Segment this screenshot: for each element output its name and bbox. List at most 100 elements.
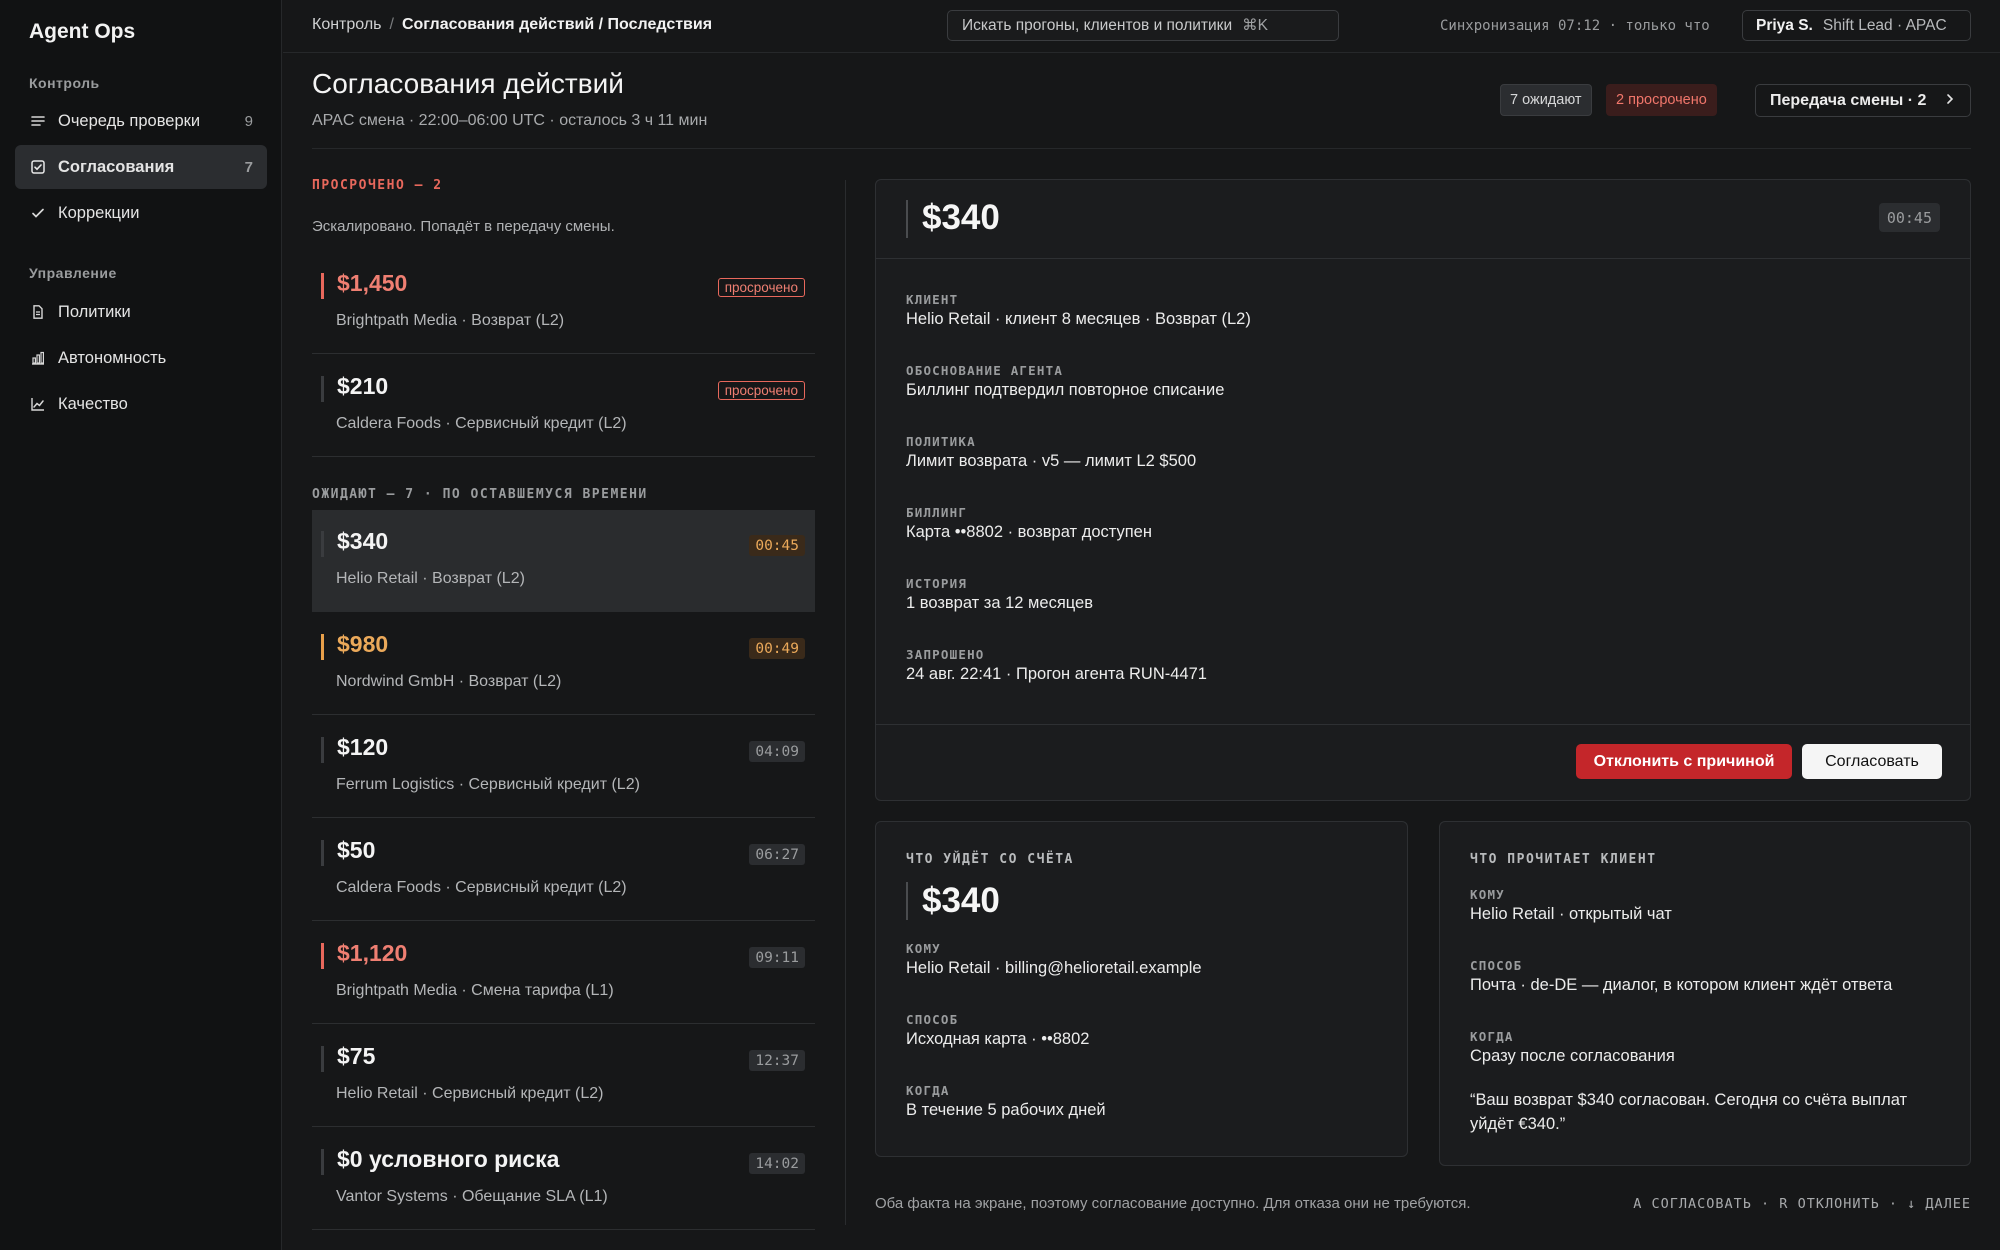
urgency-bar [321, 943, 324, 969]
queue-item-meta: Ferrum Logistics · Сервисный кредит (L2) [336, 776, 640, 793]
field-label: БИЛЛИНГ [906, 505, 968, 520]
sidebar-item-label: Качество [58, 394, 128, 413]
queue-item-meta: Nordwind GmbH · Возврат (L2) [336, 673, 562, 690]
approve-button[interactable]: Согласовать [1802, 744, 1942, 779]
overdue-tag: просрочено [717, 381, 805, 400]
sidebar-item-autonomy[interactable]: Автономность [15, 336, 267, 380]
field-label: КОГДА [1470, 1029, 1514, 1044]
urgency-bar [321, 634, 324, 660]
queue-item-amount: $1,120 [337, 940, 408, 966]
customer-card-title: ЧТО ПРОЧИТАЕТ КЛИЕНТ [1470, 852, 1657, 867]
money-card-amount: $340 [922, 881, 1000, 920]
queue-item[interactable]: $1,450 просрочено Brightpath Media · Воз… [312, 252, 815, 354]
search-input[interactable]: Искать прогоны, клиентов и политики ⌘K [947, 10, 1339, 41]
queue-item-amount: $50 [337, 837, 376, 863]
search-placeholder: Искать прогоны, клиентов и политики [962, 16, 1233, 34]
queue-item-timer: 14:02 [749, 1153, 805, 1174]
queue-item[interactable]: $0 условного риска 14:02 Vantor Systems · … [312, 1128, 815, 1230]
urgency-bar [321, 1046, 324, 1072]
nav-section-management: Управление [29, 265, 117, 281]
sidebar-item-label: Согласования [58, 157, 175, 176]
queue-item[interactable]: $75 12:37 Helio Retail · Сервисный кредит … [312, 1025, 815, 1127]
field-label: ЗАПРОШЕНО [906, 647, 985, 662]
sidebar-item-quality[interactable]: Качество [15, 382, 267, 426]
queue-item[interactable]: $50 06:27 Caldera Foods · Сервисный кредит… [312, 819, 815, 921]
detail-amount: $340 [922, 198, 1000, 237]
queue-item-meta: Caldera Foods · Сервисный кредит (L2) [336, 415, 627, 432]
checkbox-icon [30, 159, 46, 175]
field-label: СПОСОБ [906, 1012, 959, 1027]
sidebar-item-corrections[interactable]: Коррекции [15, 191, 267, 235]
urgency-bar [321, 376, 324, 402]
sidebar-item-label: Коррекции [58, 203, 140, 222]
sidebar-item-review-queue[interactable]: Очередь проверки 9 [15, 99, 267, 143]
breadcrumb-root[interactable]: Контроль [312, 16, 382, 33]
breadcrumb-separator: / [389, 16, 394, 33]
queue-item[interactable]: $1,120 09:11 Brightpath Media · Смена тари… [312, 922, 815, 1024]
sidebar-item-label: Политики [58, 302, 131, 321]
overdue-section-label: ПРОСРОЧЕНО — 2 [312, 178, 443, 193]
sidebar-item-label: Очередь проверки [58, 111, 201, 130]
chevron-right-icon [1944, 92, 1956, 110]
bar-chart-icon [30, 350, 46, 366]
queue-item-timer: 12:37 [749, 1050, 805, 1071]
queue-item-timer: 04:09 [749, 741, 805, 762]
user-role: Shift Lead · APAC [1822, 16, 1947, 34]
sidebar-item-label: Автономность [58, 348, 167, 367]
customer-message-card: ЧТО ПРОЧИТАЕТ КЛИЕНТ КОМУ Helio Retail · … [1439, 821, 1971, 1166]
queue-item-amount: $340 [337, 528, 389, 554]
escalation-note: Эскалировано. Попадёт в передачу смены. [312, 218, 615, 235]
field-value: Helio Retail · открытый чат [1470, 905, 1672, 923]
queue-item-amount: $0 условного риска [337, 1146, 560, 1172]
queue-item[interactable]: $120 04:09 Ferrum Logistics · Сервисный кр… [312, 716, 815, 818]
queue-item-meta: Brightpath Media · Возврат (L2) [336, 312, 565, 329]
field-value: Сразу после согласования [1470, 1047, 1675, 1065]
queue-item-amount: $75 [337, 1043, 376, 1069]
sidebar-item-policies[interactable]: Политики [15, 290, 267, 334]
urgency-bar [321, 273, 324, 299]
queue-item-amount: $210 [337, 373, 389, 399]
field-label: КОМУ [906, 941, 941, 956]
queue-item[interactable]: $210 просрочено Caldera Foods · Сервисны… [312, 355, 815, 457]
urgency-bar [321, 737, 324, 763]
detail-header: $340 00:45 [876, 180, 1970, 259]
app-brand: Agent Ops [29, 20, 136, 43]
field-label: ИСТОРИЯ [906, 576, 968, 591]
column-divider [845, 180, 846, 1225]
amount-bar [906, 882, 908, 920]
breadcrumb-current: Согласования действий / Последствия [401, 16, 713, 33]
sidebar-item-approvals[interactable]: Согласования 7 [15, 145, 267, 189]
field-label: ПОЛИТИКА [906, 434, 976, 449]
queue-item-amount: $120 [337, 734, 389, 760]
field-value: Карта ••8802 · возврат доступен [906, 523, 1152, 541]
user-menu[interactable]: Priya S. Shift Lead · APAC [1742, 10, 1971, 41]
field-value: Helio Retail · клиент 8 месяцев · Возвра… [906, 310, 1251, 328]
user-name: Priya S. [1756, 16, 1813, 34]
queue-item[interactable]: $340 00:45 Helio Retail · Возврат (L2) [312, 510, 815, 612]
reject-button[interactable]: Отклонить с причиной [1576, 744, 1792, 779]
sync-status: Синхронизация 07:12 · только что [1440, 18, 1710, 34]
line-chart-icon [30, 396, 46, 412]
field-value: 1 возврат за 12 месяцев [906, 594, 1093, 612]
urgency-bar [321, 1149, 324, 1175]
field-value: Биллинг подтвердил повторное списание [906, 381, 1225, 399]
field-label: СПОСОБ [1470, 958, 1523, 973]
field-label: КОГДА [906, 1083, 950, 1098]
check-icon [30, 205, 46, 221]
page-subtitle: APAC смена · 22:00–06:00 UTC · осталось … [312, 112, 708, 129]
urgency-bar [321, 531, 324, 557]
customer-message-quote: “Ваш возврат $340 согласован. Сегодня со… [1470, 1091, 1908, 1133]
topbar: Контроль / Согласования действий / Последс… [283, 0, 2000, 53]
queue-item[interactable]: $980 00:49 Nordwind GmbH · Возврат (L2) [312, 613, 815, 715]
document-icon [30, 304, 46, 320]
nav-section-control: Контроль [29, 75, 100, 91]
field-value: Исходная карта · ••8802 [906, 1030, 1090, 1048]
list-icon [30, 113, 46, 129]
urgency-bar [321, 840, 324, 866]
sidebar-item-count: 7 [244, 158, 253, 176]
queue-item-timer: 00:49 [749, 638, 805, 659]
field-label: КЛИЕНТ [906, 292, 959, 307]
queue-item-meta: Helio Retail · Сервисный кредит (L2) [336, 1085, 604, 1102]
shift-handoff-button[interactable]: Передача смены · 2 [1755, 84, 1971, 117]
approval-note: Оба факта на экране, поэтому согласовани… [875, 1195, 1471, 1212]
